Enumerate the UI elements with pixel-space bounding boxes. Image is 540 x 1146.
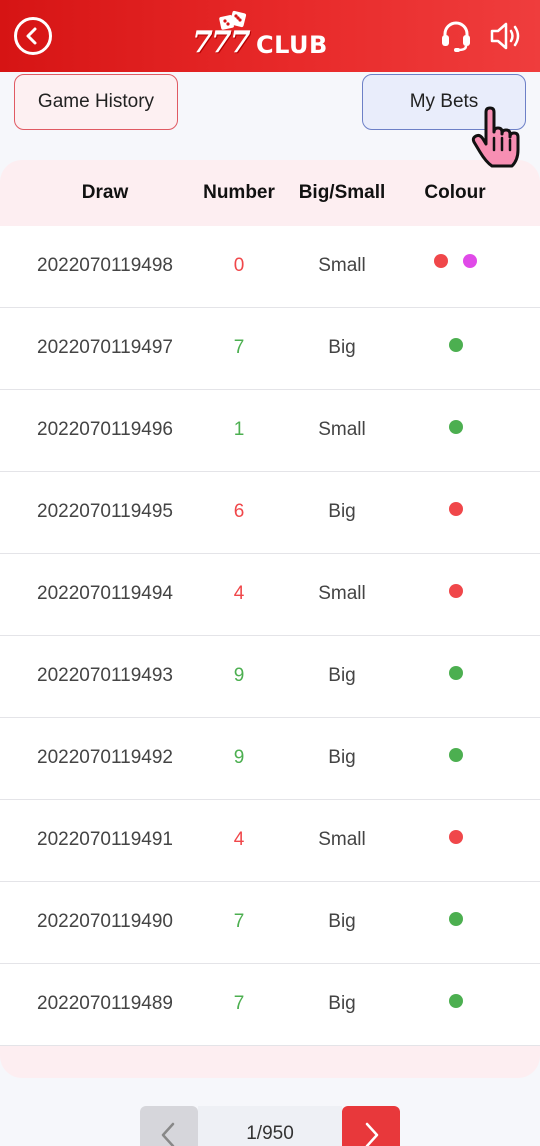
colour-dot-violet	[463, 254, 477, 268]
big-small-result: Big	[328, 747, 356, 768]
colour-dot-red	[449, 502, 463, 516]
table-row: 2022070119498 0 Small	[0, 226, 540, 308]
big-small-result: Big	[328, 665, 356, 686]
results-table: Draw Number Big/Small Colour 20220701194…	[0, 160, 540, 1078]
next-page-button[interactable]	[342, 1106, 400, 1146]
colour-cell	[405, 390, 505, 472]
table-header: Draw Number Big/Small Colour	[0, 160, 540, 226]
top-bar: 777 CLUB	[0, 0, 540, 72]
colour-dot-green	[449, 666, 463, 680]
colour-cell	[405, 882, 505, 964]
draw-id: 2022070119489	[37, 993, 173, 1014]
draw-id: 2022070119495	[37, 501, 173, 522]
table-row: 2022070119497 7 Big	[0, 308, 540, 390]
big-small-result: Big	[328, 501, 356, 522]
table-row: 2022070119495 6 Big	[0, 472, 540, 554]
table-row: 2022070119494 4 Small	[0, 554, 540, 636]
colour-cell	[405, 718, 505, 800]
draw-id: 2022070119497	[37, 337, 173, 358]
table-body: 2022070119498 0 Small 2022070119497 7 Big 2022…	[0, 226, 540, 1046]
big-small-result: Big	[328, 993, 356, 1014]
result-number: 7	[233, 911, 245, 932]
pagination: 1/950	[140, 1106, 400, 1146]
game-history-tab[interactable]: Game History	[14, 74, 178, 130]
colour-cell	[405, 964, 505, 1046]
colour-cell	[405, 800, 505, 882]
result-number: 7	[233, 993, 245, 1014]
chevron-right-icon	[365, 1122, 379, 1146]
colour-dot-green	[449, 748, 463, 762]
table-row: 2022070119489 7 Big	[0, 964, 540, 1046]
colour-dot-green	[449, 338, 463, 352]
colour-dot-green	[449, 994, 463, 1008]
table-row: 2022070119490 7 Big	[0, 882, 540, 964]
chevron-left-icon	[161, 1122, 175, 1146]
speaker-icon[interactable]	[489, 21, 525, 51]
colour-cell	[405, 636, 505, 718]
draw-id: 2022070119490	[37, 911, 173, 932]
table-row: 2022070119492 9 Big	[0, 718, 540, 800]
draw-id: 2022070119494	[37, 583, 173, 604]
app-logo: 777 CLUB	[192, 10, 332, 62]
table-row: 2022070119493 9 Big	[0, 636, 540, 718]
big-small-result: Big	[328, 911, 356, 932]
draw-id: 2022070119493	[37, 665, 173, 686]
colour-dot-red	[449, 830, 463, 844]
column-header-number: Number	[203, 182, 275, 203]
table-row: 2022070119491 4 Small	[0, 800, 540, 882]
table-row: 2022070119496 1 Small	[0, 390, 540, 472]
colour-cell	[405, 554, 505, 636]
colour-dot-green	[449, 912, 463, 926]
big-small-result: Small	[318, 583, 366, 604]
big-small-result: Small	[318, 255, 366, 276]
colour-cell	[405, 308, 505, 390]
headset-icon[interactable]	[440, 19, 472, 53]
draw-id: 2022070119492	[37, 747, 173, 768]
column-header-big-small: Big/Small	[298, 182, 386, 203]
colour-dot-red	[449, 584, 463, 598]
result-number: 9	[233, 747, 245, 768]
previous-page-button[interactable]	[140, 1106, 198, 1146]
result-number: 1	[233, 419, 245, 440]
page-indicator: 1/950	[198, 1106, 342, 1146]
back-button[interactable]	[14, 17, 52, 55]
draw-id: 2022070119496	[37, 419, 173, 440]
result-number: 4	[233, 829, 245, 850]
logo-sevens: 777	[192, 25, 251, 60]
result-number: 7	[233, 337, 245, 358]
hand-pointer-icon	[471, 106, 520, 168]
draw-id: 2022070119491	[37, 829, 173, 850]
result-number: 4	[233, 583, 245, 604]
colour-cell	[405, 226, 505, 308]
logo-club: CLUB	[256, 31, 328, 59]
draw-id: 2022070119498	[37, 255, 173, 276]
result-number: 0	[233, 255, 245, 276]
big-small-result: Small	[318, 419, 366, 440]
colour-cell	[405, 472, 505, 554]
colour-dot-green	[449, 420, 463, 434]
big-small-result: Small	[318, 829, 366, 850]
column-header-draw: Draw	[81, 182, 129, 203]
result-number: 9	[233, 665, 245, 686]
big-small-result: Big	[328, 337, 356, 358]
colour-dot-red	[434, 254, 448, 268]
back-icon	[26, 27, 37, 45]
result-number: 6	[233, 501, 245, 522]
